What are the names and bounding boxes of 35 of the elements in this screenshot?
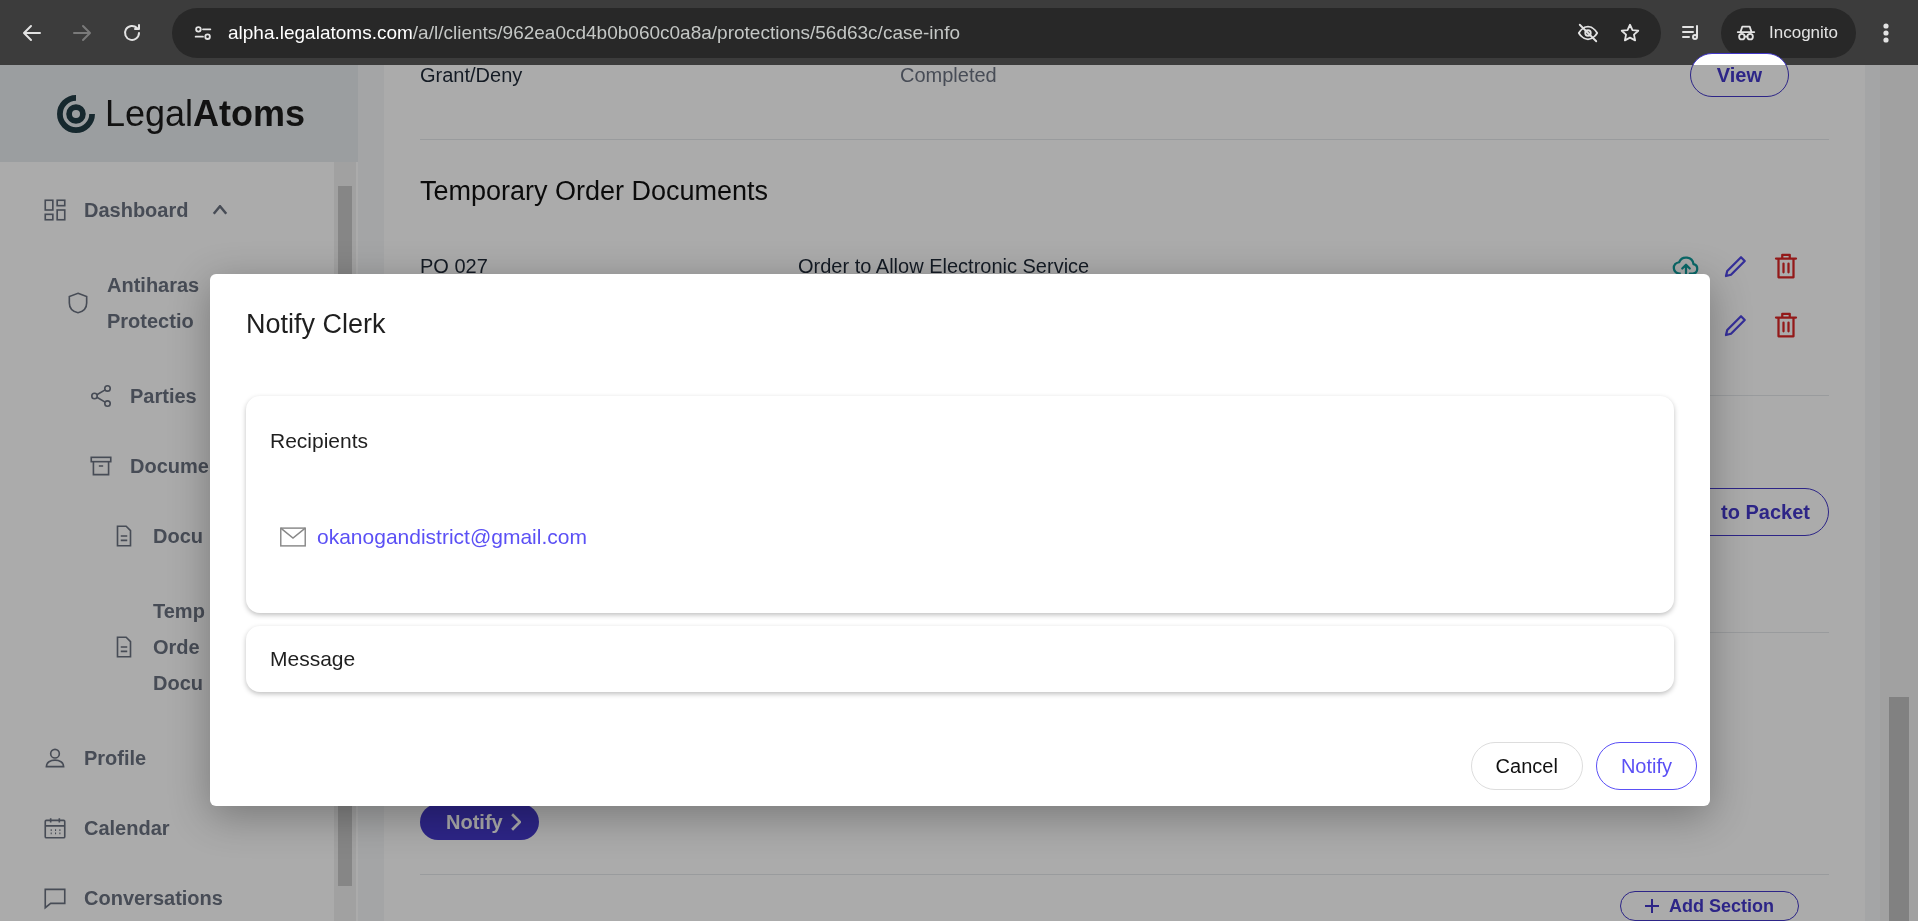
document-name: Grant/Deny xyxy=(420,63,524,87)
sidebar-item[interactable]: Conversations xyxy=(84,886,223,910)
dialog-title: Notify Clerk xyxy=(246,308,387,340)
grid-icon xyxy=(42,197,68,223)
recipients-label: Recipients xyxy=(270,429,370,453)
address-bar[interactable]: alpha.legalatoms.com/a/l/clients/962ea0cd4b0b060c0a8a/protections/56d63c/case-info xyxy=(172,7,1661,58)
document-code: PO 027 xyxy=(420,254,489,278)
document-title: Order to Allow Electronic Service xyxy=(798,254,1090,278)
message-label: Message xyxy=(270,647,356,671)
sidebar-item[interactable]: Profile xyxy=(84,746,147,770)
chevron-up-icon[interactable] xyxy=(212,205,229,215)
status-text: Completed xyxy=(900,63,997,87)
cancel-button[interactable]: Cancel xyxy=(1470,742,1583,790)
section-title: Temporary Order Documents xyxy=(420,174,770,208)
envelope-icon xyxy=(279,527,307,547)
sidebar-item[interactable]: Temp Orde Docu xyxy=(153,593,205,701)
sidebar-item[interactable]: Docume xyxy=(130,454,209,478)
add-section-button[interactable]: Add Section xyxy=(1620,891,1799,921)
url-text[interactable]: alpha.legalatoms.com/a/l/clients/962ea0cd4b0b060c0a8a/protections/56d63c/case-info xyxy=(228,21,960,44)
sidebar-item[interactable]: Dashboard xyxy=(84,198,189,222)
calendar-icon xyxy=(42,815,68,841)
share-icon xyxy=(88,383,114,409)
view-button[interactable]: View xyxy=(1689,53,1789,97)
message-field[interactable]: Message xyxy=(246,626,1674,692)
notify-button[interactable]: Notify xyxy=(420,804,539,841)
sidebar-item[interactable]: Antiharas Protectio xyxy=(107,267,200,339)
incognito-button[interactable]: Incognito xyxy=(1721,7,1856,58)
email-link[interactable]: okanogandistrict@gmail.com xyxy=(317,525,587,549)
notify-button[interactable]: Notify xyxy=(1595,742,1697,790)
sidebar-item[interactable]: Docu xyxy=(153,524,203,548)
logo-text[interactable]: LegalAtoms xyxy=(104,92,306,135)
sidebar-item[interactable]: Parties xyxy=(130,384,197,408)
scrollbar[interactable] xyxy=(1880,65,1918,921)
chevron-right-icon xyxy=(510,813,521,832)
sidebar-item[interactable]: Calendar xyxy=(84,816,170,840)
